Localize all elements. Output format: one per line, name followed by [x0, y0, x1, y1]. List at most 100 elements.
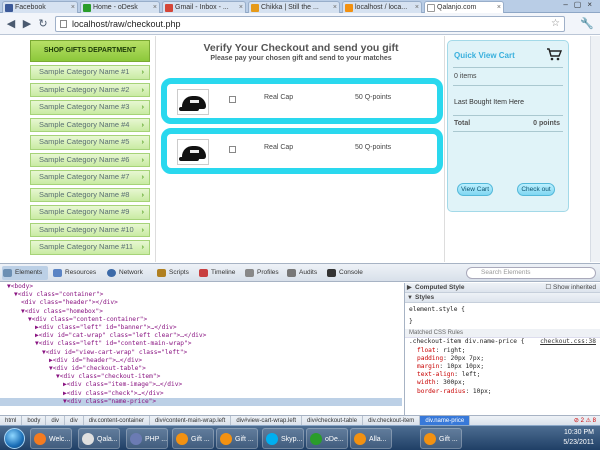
- dom-node-line[interactable]: ▶<div class="left" id="banner">…</div>: [0, 324, 402, 332]
- close-icon[interactable]: ×: [153, 2, 157, 13]
- sidebar-category-item[interactable]: Sample Category Name #11 ›: [30, 240, 150, 255]
- sidebar-category-item[interactable]: Sample Category Name #4 ›: [30, 117, 150, 132]
- sidebar-category-item[interactable]: Sample Category Name #3 ›: [30, 100, 150, 115]
- app-icon: [266, 433, 278, 445]
- css-property[interactable]: float: right;: [405, 347, 600, 355]
- dom-node-line[interactable]: ▼<div class="checkout-item">: [0, 373, 402, 381]
- devtools-tab-network[interactable]: Network: [106, 266, 152, 280]
- taskbar-item-label: Skyp...: [281, 436, 303, 443]
- taskbar-item[interactable]: Gift ...: [172, 428, 214, 449]
- dom-node-line[interactable]: ▼<body>: [0, 283, 402, 291]
- taskbar-item[interactable]: Qala...: [78, 428, 120, 449]
- category-label: Sample Category Name #2: [39, 84, 130, 94]
- dom-node-line[interactable]: ▶<div id="header">…</div>: [0, 357, 402, 365]
- dom-node-line[interactable]: ▶<div class="check">…</div>: [0, 390, 402, 398]
- back-arrow-icon[interactable]: ◀: [4, 17, 18, 31]
- sidebar-category-item[interactable]: Sample Category Name #7 ›: [30, 170, 150, 185]
- close-icon[interactable]: ×: [333, 2, 337, 13]
- search-elements-input[interactable]: Search Elements: [466, 267, 596, 279]
- browser-tab-gmail[interactable]: Gmail - Inbox - ... ×: [162, 1, 246, 13]
- css-property[interactable]: padding: 20px 7px;: [405, 355, 600, 363]
- section-title: Styles: [415, 294, 435, 301]
- browser-tab-qalanjo[interactable]: Qalanjo.com ×: [424, 1, 504, 13]
- taskbar-item[interactable]: Alla...: [350, 428, 392, 449]
- devtools-tab-profiles[interactable]: Profiles: [244, 266, 286, 280]
- css-property[interactable]: border-radius: 10px;: [405, 388, 600, 396]
- css-property-value: 20px 7px;: [450, 354, 485, 362]
- page-viewport: SHOP GIFTS DEPARTMENT Sample Category Na…: [0, 36, 600, 262]
- page-scrollbar[interactable]: [590, 36, 600, 262]
- checkout-item: Real Cap 50 Q-points: [161, 78, 443, 124]
- sidebar-category-item[interactable]: Sample Category Name #1 ›: [30, 65, 150, 80]
- element-style-rule[interactable]: element.style {: [405, 306, 600, 314]
- item-checkbox[interactable]: [229, 146, 236, 153]
- clock-time[interactable]: 10:30 PM: [564, 429, 594, 436]
- devtools-tab-audits[interactable]: Audits: [286, 266, 324, 280]
- shop-gifts-department-button[interactable]: SHOP GIFTS DEPARTMENT: [30, 40, 150, 62]
- css-property[interactable]: width: 300px;: [405, 379, 600, 387]
- taskbar-item[interactable]: Gift ...: [216, 428, 258, 449]
- address-bar[interactable]: localhost/raw/checkout.php ☆: [55, 16, 565, 32]
- dom-node-line[interactable]: ▼<div class="content-container">: [0, 316, 402, 324]
- computed-style-header[interactable]: ▶ Computed Style ☐ Show inherited: [405, 283, 600, 293]
- clock-date[interactable]: 5/23/2011: [563, 439, 594, 446]
- chevron-right-icon: ›: [141, 84, 145, 94]
- sidebar-category-item[interactable]: Sample Category Name #2 ›: [30, 82, 150, 97]
- dom-node-line[interactable]: ▼<div class="container">: [0, 291, 402, 299]
- forward-arrow-icon[interactable]: ▶: [20, 17, 34, 31]
- wrench-icon[interactable]: 🔧: [580, 17, 594, 30]
- browser-tab-odesk[interactable]: Home - oDesk ×: [80, 1, 160, 13]
- chevron-right-icon: ›: [141, 102, 145, 111]
- browser-tab-chikka[interactable]: Chikka | Still the ... ×: [248, 1, 340, 13]
- styles-header[interactable]: ▼ Styles: [405, 293, 600, 303]
- devtools-tab-console[interactable]: Console: [326, 266, 370, 280]
- tab-label: Qalanjo.com: [437, 4, 477, 11]
- sidebar-category-item[interactable]: Sample Category Name #8 ›: [30, 187, 150, 202]
- window-controls[interactable]: –▢×: [563, 0, 598, 12]
- dom-node-line[interactable]: ▶<div class="item-image">…</div>: [0, 381, 402, 389]
- devtools-tab-timeline[interactable]: Timeline: [198, 266, 244, 280]
- dom-node-line[interactable]: ▼<div class="left" id="content-main-wrap…: [0, 340, 402, 348]
- dom-node-line[interactable]: ▶<div id="cat-wrap" class="left clear">……: [0, 332, 402, 340]
- devtools-tab-elements[interactable]: Elements: [2, 266, 48, 280]
- item-checkbox[interactable]: [229, 96, 236, 103]
- dom-node-line[interactable]: ▼<div class="name-price">: [0, 397, 402, 407]
- sidebar-category-item[interactable]: Sample Category Name #5 ›: [30, 135, 150, 150]
- dom-tree[interactable]: ▼<body> ▼<div class="container"> <div clas…: [0, 283, 402, 415]
- css-property[interactable]: margin: 10px 10px;: [405, 363, 600, 371]
- tab-label: localhost / loca...: [355, 4, 408, 11]
- browser-toolbar: ◀ ▶ ↻ localhost/raw/checkout.php ☆ 🔧: [0, 13, 600, 35]
- view-cart-button[interactable]: View Cart: [457, 183, 493, 196]
- close-icon[interactable]: ×: [71, 2, 75, 13]
- css-property[interactable]: text-align: left;: [405, 371, 600, 379]
- close-icon[interactable]: ×: [239, 2, 243, 13]
- gmail-icon: [165, 4, 173, 12]
- bookmark-star-icon[interactable]: ☆: [551, 17, 560, 31]
- sidebar-category-item[interactable]: Sample Category Name #10 ›: [30, 222, 150, 237]
- close-icon[interactable]: ×: [415, 2, 419, 13]
- sidebar-category-item[interactable]: Sample Category Name #9 ›: [30, 205, 150, 220]
- taskbar-item[interactable]: Gift ...: [420, 428, 462, 449]
- show-inherited-checkbox[interactable]: ☐ Show inherited: [545, 283, 596, 293]
- sidebar-category-item[interactable]: Sample Category Name #6 ›: [30, 152, 150, 167]
- dom-node-line[interactable]: ▼<div id="view-cart-wrap" class="left">: [0, 349, 402, 357]
- reload-icon[interactable]: ↻: [36, 17, 50, 31]
- checkout-button[interactable]: Check out: [517, 183, 555, 196]
- start-button[interactable]: [4, 428, 25, 449]
- css-source-link[interactable]: checkout.css:38: [540, 338, 596, 346]
- dom-node-line[interactable]: ▼<div class="homebox">: [0, 308, 402, 316]
- taskbar-item[interactable]: Welc...: [30, 428, 72, 449]
- browser-tab-localhost[interactable]: localhost / loca... ×: [342, 1, 422, 13]
- tab-label: Elements: [15, 269, 43, 276]
- css-rule[interactable]: .checkout-item div.name-price { checkout…: [405, 338, 600, 346]
- dom-node-line[interactable]: ▼<div id="checkout-table">: [0, 365, 402, 373]
- chikka-icon: [251, 4, 259, 12]
- devtools-tab-resources[interactable]: Resources: [52, 266, 102, 280]
- taskbar-item[interactable]: Skyp...: [262, 428, 304, 449]
- browser-tab-facebook[interactable]: Facebook ×: [2, 1, 78, 13]
- taskbar-item[interactable]: oDe...: [306, 428, 348, 449]
- close-icon[interactable]: ×: [497, 2, 501, 13]
- dom-node-line[interactable]: <div class="header"></div>: [0, 299, 402, 307]
- taskbar-item[interactable]: PHP ...: [126, 428, 168, 449]
- devtools-tab-scripts[interactable]: Scripts: [156, 266, 196, 280]
